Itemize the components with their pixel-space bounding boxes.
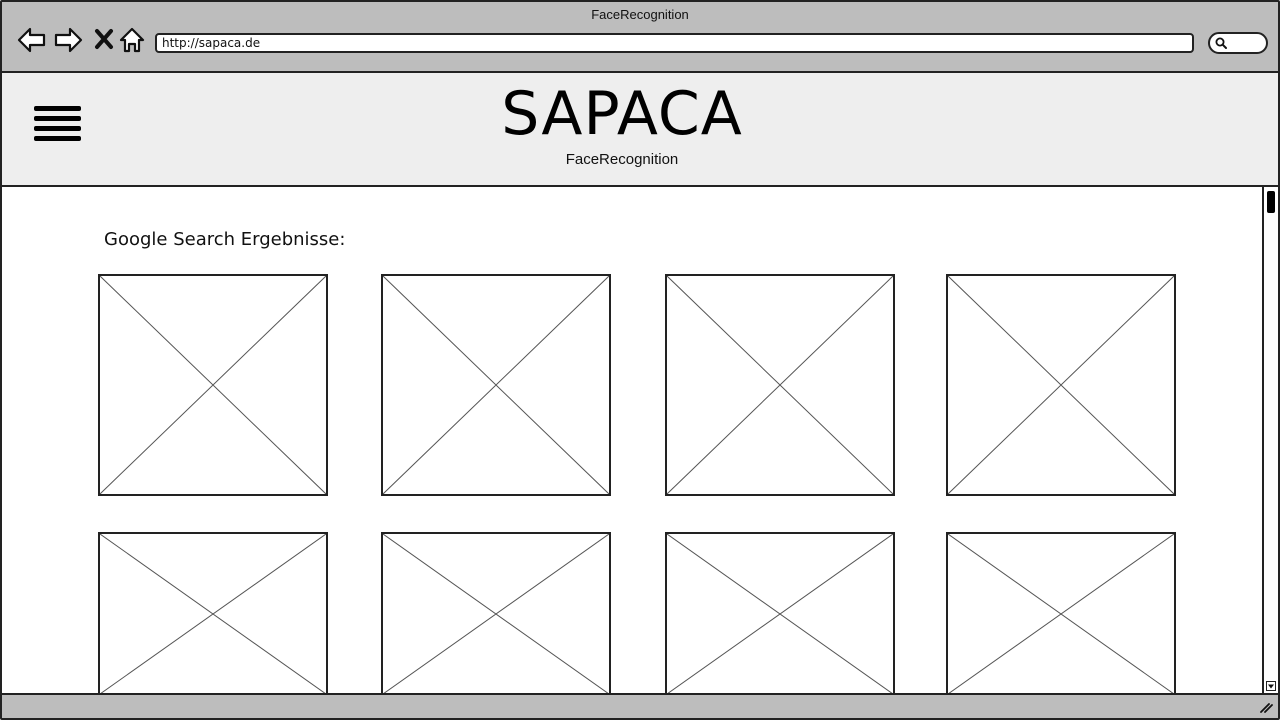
resize-grip-icon[interactable]: [1258, 699, 1274, 715]
arrow-right-icon: [54, 27, 83, 53]
site-header: SAPACA FaceRecognition: [2, 73, 1278, 187]
result-image-placeholder[interactable]: [665, 274, 895, 496]
result-image-placeholder[interactable]: [665, 532, 895, 693]
status-bar: [2, 693, 1278, 718]
site-subtitle: FaceRecognition: [565, 151, 679, 168]
address-bar[interactable]: http://sapaca.de: [155, 33, 1194, 53]
site-logo-title: SAPACA: [501, 79, 743, 149]
result-image-placeholder[interactable]: [946, 274, 1176, 496]
result-image-placeholder[interactable]: [98, 532, 328, 693]
result-image-placeholder[interactable]: [98, 274, 328, 496]
section-title: Google Search Ergebnisse:: [104, 229, 346, 250]
forward-button[interactable]: [52, 24, 84, 56]
result-image-placeholder[interactable]: [381, 532, 611, 693]
browser-window: FaceRecognition http://sapaca.de SAPACA …: [0, 0, 1280, 720]
result-image-placeholder[interactable]: [946, 532, 1176, 693]
scroll-down-arrow-icon[interactable]: [1266, 681, 1276, 691]
vertical-scrollbar[interactable]: [1262, 187, 1278, 693]
home-button[interactable]: [116, 24, 148, 56]
scroll-thumb[interactable]: [1267, 191, 1275, 213]
browser-search-field[interactable]: [1208, 32, 1268, 54]
result-image-placeholder[interactable]: [381, 274, 611, 496]
arrow-left-icon: [17, 27, 46, 53]
home-icon: [119, 27, 145, 53]
browser-toolbar: http://sapaca.de: [2, 24, 1278, 62]
back-button[interactable]: [16, 24, 48, 56]
main-content: Google Search Ergebnisse:: [2, 187, 1262, 693]
search-icon: [1215, 37, 1227, 49]
